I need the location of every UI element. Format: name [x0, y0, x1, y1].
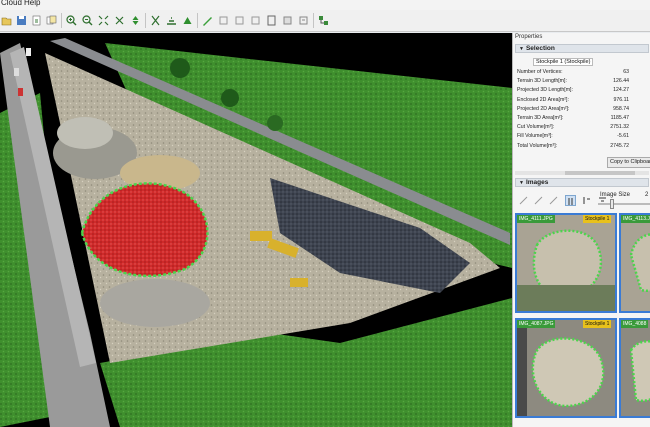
metric-row: Enclosed 2D Area[m²]: 976.11: [517, 96, 629, 105]
metric-label: Enclosed 2D Area[m²]:: [517, 96, 569, 103]
thumbnail-name: IMG_4113.JPG: [621, 215, 650, 223]
collapse-triangle-icon: ▼: [519, 180, 524, 186]
metric-label: Total Volume[m³]:: [517, 142, 558, 149]
image-size-label: Image Size: [600, 192, 631, 198]
metric-value: 958.74: [613, 105, 629, 112]
menu-cloud[interactable]: Cloud: [1, 0, 22, 8]
metric-label: Projected 3D Length[m]:: [517, 87, 573, 94]
top-view-icon[interactable]: [149, 14, 162, 27]
metric-label: Cut Volume[m³]:: [517, 124, 555, 131]
3d-viewport[interactable]: [0, 33, 512, 427]
image-thumbnail[interactable]: IMG_4087.JPG Stockpile 1: [515, 318, 617, 418]
metric-value: -5.61: [617, 133, 629, 140]
selection-name-field[interactable]: Stockpile 1 (Stockpile): [533, 58, 594, 66]
side-view-icon[interactable]: [181, 14, 194, 27]
box6-icon[interactable]: [297, 14, 310, 27]
metric-label: Terrain 3D Area[m²]:: [517, 114, 564, 121]
tree-icon[interactable]: [317, 14, 330, 27]
pan-icon[interactable]: [113, 14, 126, 27]
metric-row: Terrain 3D Area[m²]: 1185.47: [517, 114, 629, 123]
metric-label: Fill Volume[m³]:: [517, 133, 553, 140]
scrollbar-thumb[interactable]: [565, 171, 635, 175]
selection-header-label: Selection: [525, 45, 555, 52]
metric-row: Fill Volume[m³]: -5.61: [517, 132, 629, 141]
metric-row: Number of Vertices: 63: [517, 68, 629, 77]
thumbnail-tag: Stockpile 1: [583, 215, 612, 223]
image-size-slider[interactable]: [598, 199, 650, 209]
image-thumbnail[interactable]: IMG_4111.JPG Stockpile 1: [515, 213, 617, 313]
metric-label: Terrain 3D Length[m]:: [517, 78, 567, 85]
metric-value: 2745.72: [610, 142, 629, 149]
properties-panel: Properties ▼ Selection Stockpile 1 (Stock…: [512, 33, 650, 427]
grid-view-icon[interactable]: [565, 195, 576, 206]
panel-title: Properties: [515, 34, 543, 40]
box4-icon[interactable]: [265, 14, 278, 27]
metric-row: Total Volume[m³]: 2745.72: [517, 142, 629, 151]
metric-value: 1185.47: [610, 114, 629, 121]
metric-value: 126.44: [613, 78, 629, 85]
metric-row: Terrain 3D Length[m]: 126.44: [517, 77, 629, 86]
metric-label: Number of Vertices:: [517, 69, 563, 75]
copy-icon[interactable]: [45, 14, 58, 27]
open-icon[interactable]: [0, 14, 13, 27]
metric-row: Projected 2D Area[m²]: 958.74: [517, 105, 629, 114]
metric-value: 976.11: [613, 96, 629, 103]
image-thumbnail-grid: IMG_4111.JPG Stockpile 1 IMG_4113.JPG IM…: [515, 213, 650, 427]
thumbnail-tag: Stockpile 1: [583, 320, 612, 328]
copy-to-clipboard-button[interactable]: Copy to Clipboard: [607, 157, 650, 168]
horizontal-scrollbar[interactable]: [515, 171, 649, 175]
metric-value: 63: [623, 69, 629, 75]
point-cloud-render: [0, 33, 512, 427]
tool-b-icon[interactable]: [533, 195, 544, 206]
fit-icon[interactable]: [97, 14, 110, 27]
metric-value: 124.27: [613, 87, 629, 94]
thumbnail-name: IMG_4088: [621, 320, 649, 328]
metric-label: Projected 2D Area[m²]:: [517, 105, 570, 112]
measure-icon[interactable]: [201, 14, 214, 27]
thumbnail-name: IMG_4087.JPG: [517, 320, 556, 328]
metric-row: Projected 3D Length[m]: 124.27: [517, 86, 629, 95]
sort-icon[interactable]: [581, 195, 592, 206]
collapse-triangle-icon: ▼: [519, 46, 524, 52]
box1-icon[interactable]: [217, 14, 230, 27]
images-section-header[interactable]: ▼ Images: [515, 178, 649, 187]
thumbnail-image: [621, 215, 650, 311]
thumbnail-image: [517, 215, 615, 311]
save-icon[interactable]: [15, 14, 28, 27]
zoom-in-icon[interactable]: [65, 14, 78, 27]
selection-metrics: Number of Vertices: 63 Terrain 3D Length[…: [517, 68, 629, 151]
box5-icon[interactable]: [281, 14, 294, 27]
box3-icon[interactable]: [249, 14, 262, 27]
image-thumbnail[interactable]: IMG_4088: [619, 318, 650, 418]
image-size-value: 2: [645, 192, 649, 198]
tool-a-icon[interactable]: [518, 195, 529, 206]
slider-knob[interactable]: [610, 199, 614, 209]
tool-c-icon[interactable]: [548, 195, 559, 206]
zoom-out-icon[interactable]: [81, 14, 94, 27]
rotate-icon[interactable]: [129, 14, 142, 27]
box2-icon[interactable]: [233, 14, 246, 27]
export-icon[interactable]: [30, 14, 43, 27]
menu-bar: Cloud Help: [0, 0, 650, 10]
metric-row: Cut Volume[m³]: 2751.32: [517, 123, 629, 132]
thumbnail-image: [621, 320, 650, 416]
front-view-icon[interactable]: [165, 14, 178, 27]
images-header-label: Images: [525, 179, 549, 186]
image-thumbnail[interactable]: IMG_4113.JPG: [619, 213, 650, 313]
menu-help[interactable]: Help: [24, 0, 40, 8]
thumbnail-image: [517, 320, 615, 416]
selection-section-header[interactable]: ▼ Selection: [515, 44, 649, 53]
thumbnail-name: IMG_4111.JPG: [517, 215, 555, 223]
metric-value: 2751.32: [610, 124, 629, 131]
toolbar: [0, 10, 650, 32]
